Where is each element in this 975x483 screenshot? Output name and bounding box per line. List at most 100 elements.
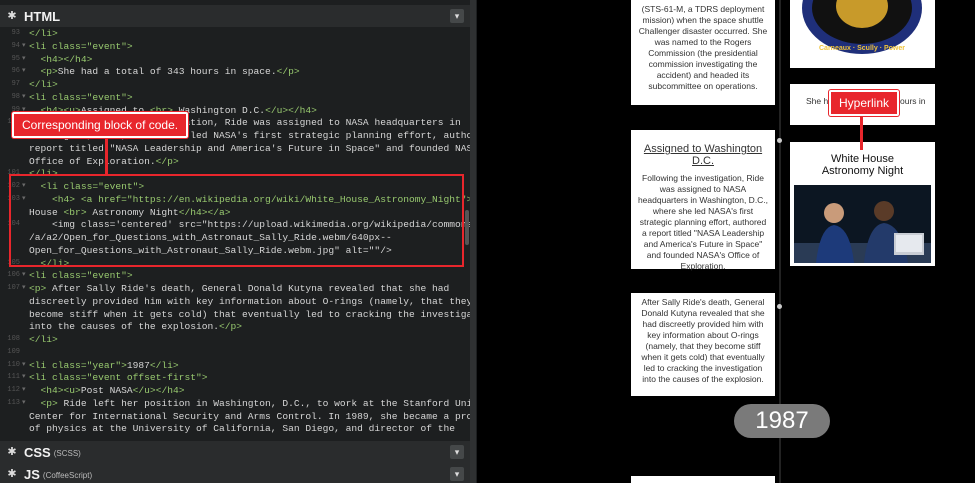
- code-text: </li>: [29, 79, 58, 90]
- code-text: Center for International Security and Ar…: [29, 410, 470, 422]
- code-line[interactable]: 109: [0, 346, 465, 359]
- code-text: <p>She had a total of 343 hours in space…: [40, 66, 300, 78]
- code-text: become stiff when it gets cold) that eve…: [29, 308, 470, 320]
- code-line[interactable]: 113 ▾ <p> Ride left her position in Washi…: [0, 397, 470, 410]
- code-line[interactable]: Office of Exploration.</p>: [0, 155, 465, 168]
- code-line[interactable]: become stiff when it gets cold) that eve…: [0, 308, 470, 321]
- line-number: 108: [7, 335, 20, 343]
- event-text-start: She h: [806, 96, 829, 106]
- year-badge: 1987: [734, 404, 830, 438]
- event-text: (STS-61-M, a TDRS deployment mission) wh…: [638, 4, 768, 91]
- event-text: After Sally Ride's death, General Donald…: [641, 297, 765, 384]
- event-text: Following the investigation, Ride was as…: [637, 173, 769, 271]
- line-number: 98: [11, 92, 20, 101]
- editor-resize-handle[interactable]: [470, 0, 476, 483]
- fold-arrow-icon[interactable]: ▾: [22, 269, 26, 282]
- line-number: 96: [11, 67, 20, 76]
- code-line[interactable]: into the causes of the explosion.</p>: [0, 320, 465, 333]
- code-line[interactable]: Center for International Security and Ar…: [0, 410, 470, 423]
- code-text: <li class="event">: [29, 91, 133, 103]
- white-house-astronomy-night-link[interactable]: White House Astronomy Night: [796, 153, 929, 177]
- chevron-down-icon[interactable]: ▾: [450, 9, 464, 23]
- line-number: 97: [11, 80, 20, 88]
- code-line[interactable]: 95 ▾ <h4></h4>: [0, 53, 465, 66]
- event-card-kutyna: After Sally Ride's death, General Donald…: [631, 293, 775, 396]
- code-block-highlight: [9, 174, 464, 267]
- hyperlink-annotation-label: Hyperlink: [829, 90, 900, 116]
- crew-patch-image: Carneaux · Scully · Power: [800, 0, 924, 56]
- code-line[interactable]: 97 </li>: [0, 78, 465, 91]
- chevron-down-icon[interactable]: ▾: [450, 467, 464, 481]
- fold-arrow-icon[interactable]: ▾: [22, 65, 26, 78]
- fold-arrow-icon[interactable]: ▾: [22, 53, 26, 66]
- code-text: <li class="event offset-first">: [29, 372, 208, 384]
- code-text: <p> Ride left her position in Washington…: [40, 397, 470, 409]
- code-line[interactable]: 111 ▾ <li class="event offset-first">: [0, 371, 465, 384]
- code-line[interactable]: report titled "NASA Leadership and Ameri…: [0, 142, 470, 155]
- code-line[interactable]: 96 ▾ <p>She had a total of 343 hours in s…: [0, 65, 465, 78]
- code-text: report titled "NASA Leadership and Ameri…: [29, 142, 470, 154]
- code-line[interactable]: 112 ▾ <h4><u>Post NASA</u></h4>: [0, 384, 465, 397]
- code-line[interactable]: 93 </li>: [0, 27, 465, 40]
- code-line[interactable]: 108 </li>: [0, 333, 465, 346]
- timeline-dot: [777, 304, 782, 309]
- html-panel-title: HTML: [24, 8, 61, 24]
- fold-arrow-icon[interactable]: ▾: [22, 91, 26, 104]
- gear-icon[interactable]: ✱: [6, 10, 18, 22]
- code-text: Office of Exploration.</p>: [29, 155, 179, 167]
- code-line[interactable]: 110 ▾ <li class="year">1987</li>: [0, 359, 465, 372]
- line-number: 93: [11, 29, 20, 37]
- code-block-annotation-label: Corresponding block of code.: [12, 112, 189, 138]
- editor-scrollbar[interactable]: [465, 210, 469, 245]
- code-text: </li>: [29, 334, 58, 345]
- line-number: 111: [7, 373, 20, 382]
- fold-arrow-icon[interactable]: ▾: [22, 397, 26, 410]
- event-text-end: ours in: [900, 96, 926, 106]
- js-panel-header[interactable]: ✱ JS (CoffeeScript) ▾: [0, 463, 470, 483]
- fold-arrow-icon[interactable]: ▾: [22, 40, 26, 53]
- fold-arrow-icon[interactable]: ▾: [22, 359, 26, 372]
- gear-icon[interactable]: ✱: [6, 446, 18, 458]
- code-text: into the causes of the explosion.</p>: [29, 321, 243, 333]
- annotation-arrow-line: [105, 132, 108, 174]
- line-number: 113: [7, 398, 20, 407]
- code-text: </li>: [29, 28, 58, 39]
- code-editor: ✱ HTML ▾ 93 </li> 94 ▾ <li class="event"> 95 ▾…: [0, 0, 470, 483]
- chevron-down-icon[interactable]: ▾: [450, 445, 464, 459]
- link-title-line-2: Astronomy Night: [821, 165, 904, 177]
- line-number: 106: [7, 271, 20, 280]
- event-title: Assigned to Washington D.C.: [643, 143, 763, 167]
- line-number: 112: [7, 386, 20, 394]
- code-line[interactable]: 94 ▾ <li class="event">: [0, 40, 465, 53]
- fold-arrow-icon[interactable]: ▾: [22, 371, 26, 384]
- code-line[interactable]: discreetly provided him with key informa…: [0, 295, 470, 308]
- link-title-line-1: White House: [831, 153, 894, 165]
- line-number: 94: [11, 41, 20, 50]
- event-card-assigned: Assigned to Washington D.C. Following th…: [631, 130, 775, 271]
- line-number: 107: [7, 284, 20, 292]
- astronomy-night-photo: [794, 185, 931, 263]
- line-number: 110: [7, 360, 20, 369]
- js-panel-title: JS: [24, 466, 40, 482]
- screen: ✱ HTML ▾ 93 </li> 94 ▾ <li class="event"> 95 ▾…: [0, 0, 975, 483]
- code-line[interactable]: 107 ▾ <p> After Sally Ride's death, Genera…: [0, 282, 465, 295]
- timeline-dot: [777, 138, 782, 143]
- code-text: <p> After Sally Ride's death, General Do…: [29, 283, 450, 294]
- fold-arrow-icon[interactable]: ▾: [22, 384, 26, 397]
- code-line[interactable]: of physics at the University of Californ…: [0, 422, 465, 435]
- code-text: <h4></h4>: [40, 53, 93, 65]
- code-text: discreetly provided him with key informa…: [29, 295, 470, 307]
- code-line[interactable]: 98 ▾ <li class="event">: [0, 91, 465, 104]
- event-card-post-nasa: [631, 476, 775, 483]
- code-line[interactable]: 106 ▾ <li class="event">: [0, 269, 465, 282]
- js-panel-subtitle: (CoffeeScript): [42, 471, 93, 480]
- event-card-challenger: (STS-61-M, a TDRS deployment mission) wh…: [631, 0, 775, 105]
- css-panel-header[interactable]: ✱ CSS (SCSS) ▾: [0, 441, 470, 463]
- html-panel-header[interactable]: ✱ HTML ▾: [0, 5, 470, 27]
- gear-icon[interactable]: ✱: [6, 468, 18, 480]
- code-text: <li class="event">: [29, 40, 133, 52]
- preview-pane: (STS-61-M, a TDRS deployment mission) wh…: [477, 0, 975, 483]
- fold-arrow-icon[interactable]: ▾: [22, 282, 26, 295]
- code-text: <li class="event">: [29, 270, 133, 282]
- event-card-white-house: White House Astronomy Night: [790, 142, 935, 266]
